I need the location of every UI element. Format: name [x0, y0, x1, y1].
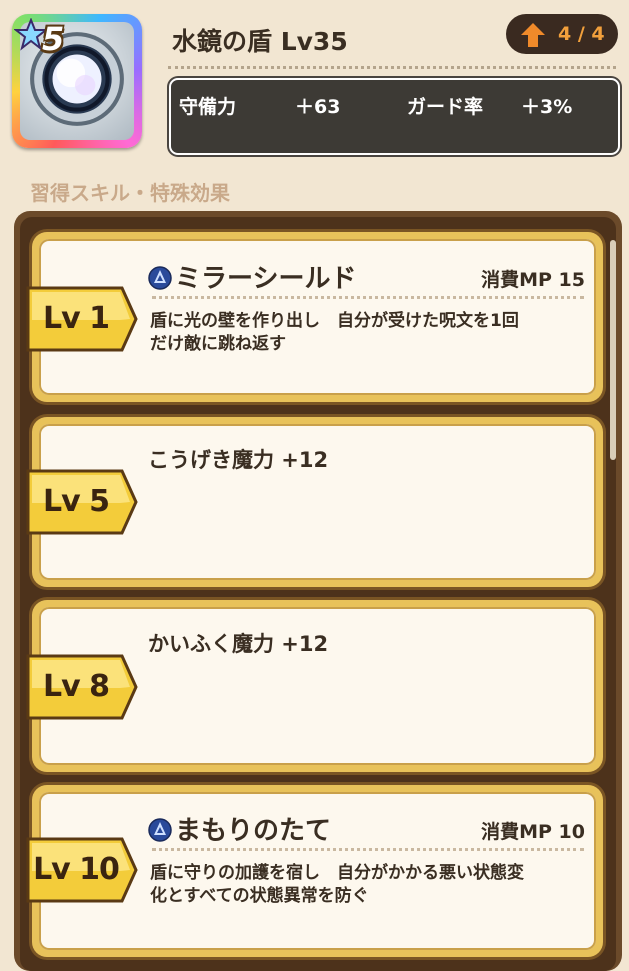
level-label: Lv 10	[33, 852, 120, 887]
stat-label-guard: ガード率	[407, 96, 484, 118]
level-tag: Lv 10	[26, 835, 138, 905]
skill-name-text: まもりのたて	[175, 816, 332, 846]
level-label: Lv 5	[43, 484, 110, 519]
level-tag: Lv 8	[26, 652, 138, 722]
skill-description: 盾に守りの加護を宿し 自分がかかる悪い状態変 化とすべての状態異常を防ぐ	[150, 862, 590, 908]
section-title: 習得スキル・特殊効果	[30, 181, 230, 205]
spell-icon	[148, 818, 172, 842]
level-tag: Lv 5	[26, 467, 138, 537]
item-icon-frame[interactable]: 5	[12, 14, 142, 148]
skill-description-line: 化とすべての状態異常を防ぐ	[150, 886, 369, 906]
level-tag: Lv 1	[26, 284, 138, 354]
skill-name: こうげき魔力 +12	[148, 448, 329, 472]
rarity-number: 5	[42, 20, 65, 58]
item-name: 水鏡の盾 Lv35	[172, 27, 348, 56]
skill-name: かいふく魔力 +12	[148, 632, 329, 656]
stats-box: 守備力 ＋63 ガード率 ＋3%	[169, 78, 620, 155]
stat-value-guard: ＋3%	[521, 96, 573, 118]
stat-label-defense: 守備力	[179, 96, 237, 118]
upgrade-badge[interactable]: 4 / 4	[506, 14, 618, 54]
skill-description-line: 盾に守りの加護を宿し 自分がかかる悪い状態変	[150, 863, 524, 883]
upgrade-arrow-icon	[521, 23, 545, 47]
skill-name-text: ミラーシールド	[175, 264, 357, 294]
mp-cost: 消費MP 10	[481, 821, 585, 843]
skill-description-line: 盾に光の壁を作り出し 自分が受けた呪文を1回	[150, 311, 519, 331]
skill-card-divider	[152, 848, 584, 851]
level-label: Lv 8	[43, 669, 110, 704]
scrollbar[interactable]	[610, 240, 616, 460]
skill-card-divider	[152, 296, 584, 299]
stat-value-defense: ＋63	[295, 96, 341, 118]
mp-cost: 消費MP 15	[481, 269, 585, 291]
skill-name: まもりのたて	[148, 810, 331, 847]
skill-name: ミラーシールド	[148, 258, 356, 295]
skill-description: 盾に光の壁を作り出し 自分が受けた呪文を1回 だけ敵に跳ね返す	[150, 310, 590, 356]
upgrade-count: 4 / 4	[558, 23, 605, 45]
spell-icon	[148, 266, 172, 290]
header-divider	[168, 66, 616, 69]
skill-description-line: だけ敵に跳ね返す	[150, 334, 286, 354]
level-label: Lv 1	[43, 301, 110, 336]
